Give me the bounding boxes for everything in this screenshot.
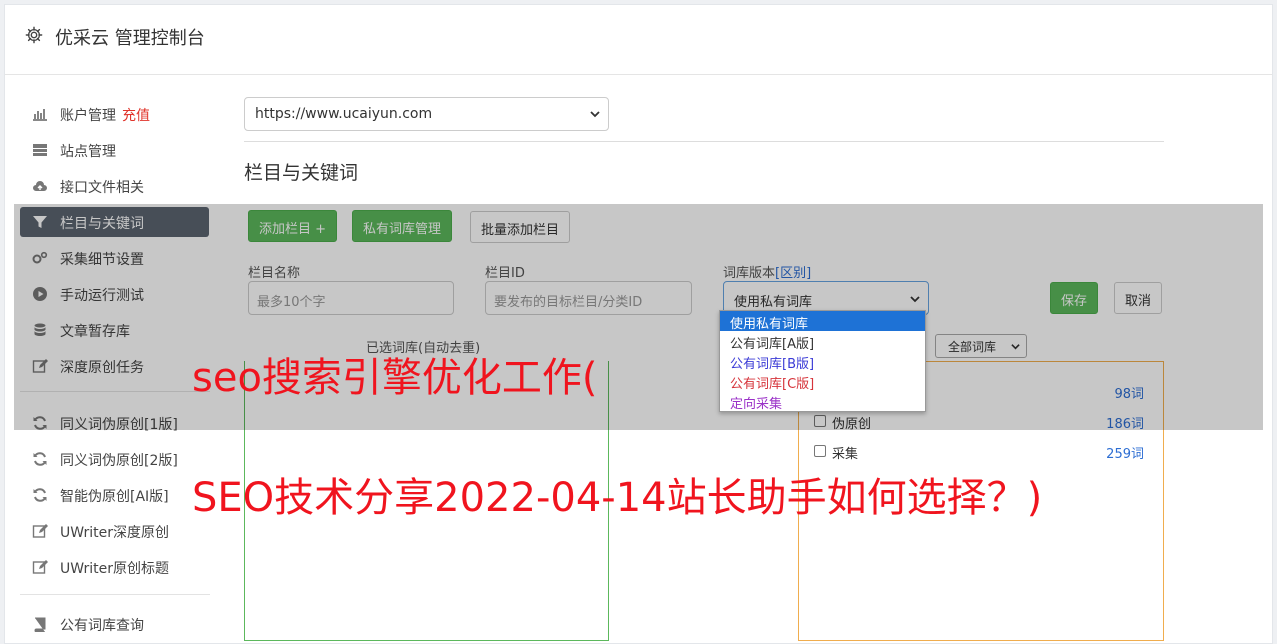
sidebar-item-label: 账户管理 (60, 108, 116, 124)
refresh-icon (33, 488, 47, 502)
site-select-value: https://www.ucaiyun.com (255, 106, 433, 122)
dropdown-option[interactable]: 定向采集 (720, 391, 925, 412)
site-select[interactable]: https://www.ucaiyun.com (244, 97, 609, 131)
sidebar-item-label: UWriter原创标题 (60, 561, 169, 577)
server-icon (33, 144, 47, 156)
sidebar-item-label: UWriter深度原创 (60, 525, 169, 541)
dropdown-option[interactable]: 公有词库[A版] (720, 331, 925, 352)
lib-version-dropdown: 使用私有词库 公有词库[A版] 公有词库[B版] 公有词库[C版] 定向采集 (719, 310, 926, 412)
edit-icon (32, 524, 48, 538)
sidebar-item-label: 同义词伪原创[2版] (60, 453, 178, 469)
sidebar-item-sites[interactable]: 站点管理 (20, 135, 209, 165)
refresh-icon (33, 452, 47, 466)
sidebar-item-label: 接口文件相关 (60, 180, 144, 196)
lib-row[interactable]: 采集 259词 (814, 441, 1144, 463)
sidebar-item-label: 公有词库查询 (60, 618, 144, 634)
book-icon (34, 617, 46, 632)
sidebar-divider (20, 594, 210, 595)
divider (244, 141, 1164, 142)
sidebar-item-uwriter-deep[interactable]: UWriter深度原创 (20, 516, 209, 546)
cloud-upload-icon (33, 181, 47, 191)
dropdown-option[interactable]: 公有词库[C版] (720, 371, 925, 392)
sidebar-item-account[interactable]: 账户管理 充值 (20, 99, 209, 129)
page-title: 优采云 管理控制台 (55, 28, 205, 49)
overlay-caption-line2: SEO技术分享2022-04-14站长助手如何选择？) (192, 475, 1043, 521)
lib-checkbox[interactable] (814, 445, 826, 457)
sidebar-item-interface[interactable]: 接口文件相关 (20, 171, 209, 201)
edit-icon (32, 560, 48, 574)
recharge-link[interactable]: 充值 (122, 108, 150, 124)
gear-icon (25, 26, 43, 44)
section-title: 栏目与关键词 (244, 162, 359, 184)
sidebar-item-public-lib[interactable]: 公有词库查询 (20, 609, 209, 639)
sidebar-item-synonym-v2[interactable]: 同义词伪原创[2版] (20, 444, 209, 474)
sidebar-item-ai-rewrite[interactable]: 智能伪原创[AI版] (20, 480, 209, 510)
overlay-caption-line1: seo搜索引擎优化工作( (192, 355, 598, 401)
lib-count: 259词 (1106, 447, 1144, 462)
sidebar-item-label: 站点管理 (60, 144, 116, 160)
sidebar-item-label: 智能伪原创[AI版] (60, 489, 169, 505)
bar-chart-icon (33, 109, 47, 121)
sidebar-item-uwriter-title[interactable]: UWriter原创标题 (20, 552, 209, 582)
dropdown-option[interactable]: 使用私有词库 (720, 311, 925, 332)
chevron-down-icon (590, 111, 600, 118)
dropdown-option[interactable]: 公有词库[B版] (720, 351, 925, 372)
topbar: 优采云 管理控制台 (5, 5, 1272, 75)
lib-name: 采集 (832, 447, 859, 462)
